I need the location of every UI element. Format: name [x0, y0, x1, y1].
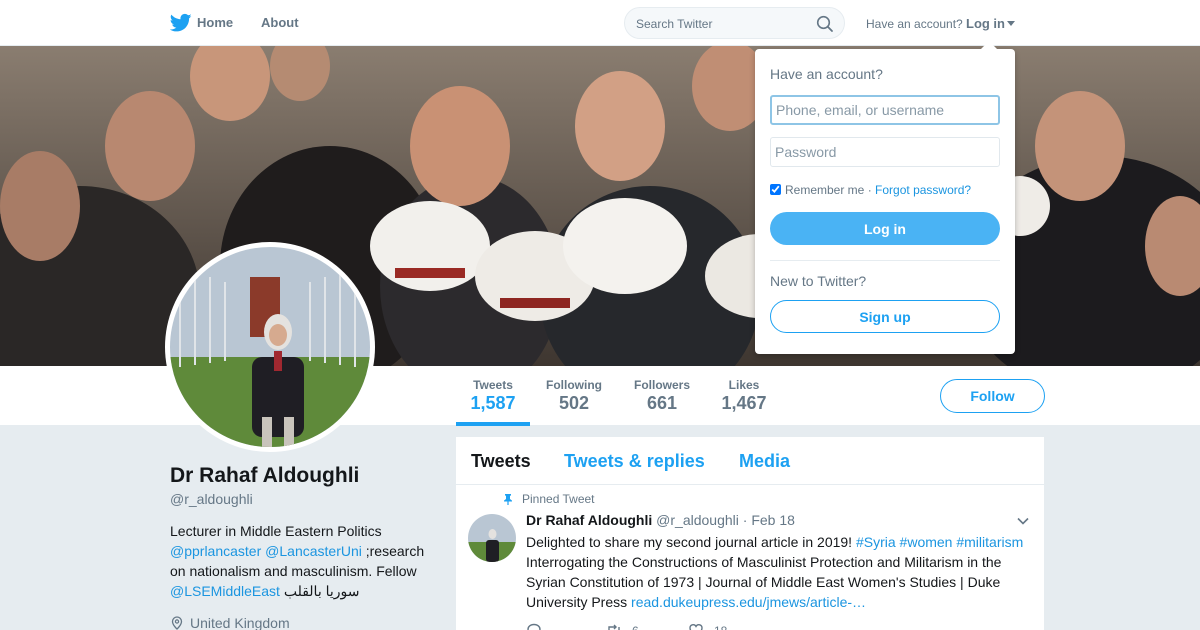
tweet-separator: ·: [742, 512, 748, 528]
dropdown-divider: [770, 260, 1000, 261]
tweet-avatar-photo: [468, 514, 516, 562]
tab-tweets[interactable]: Tweets: [471, 451, 531, 472]
caret-down-icon: [1007, 21, 1015, 26]
hashtag-link[interactable]: #Syria: [856, 534, 896, 550]
profile-avatar[interactable]: [165, 242, 375, 452]
avatar-photo: [170, 247, 370, 447]
remember-me-label[interactable]: Remember me: [785, 183, 864, 197]
signup-button[interactable]: Sign up: [770, 300, 1000, 333]
location-text: United Kingdom: [190, 615, 290, 630]
profile-location: United Kingdom: [170, 615, 290, 630]
search-icon[interactable]: [816, 15, 834, 33]
timeline-panel: Tweets Tweets & replies Media Pinned Twe…: [456, 437, 1044, 630]
stat-label: Tweets: [473, 378, 513, 392]
follow-button[interactable]: Follow: [940, 379, 1045, 413]
tab-media[interactable]: Media: [739, 451, 790, 472]
profile-handle[interactable]: @r_aldoughli: [170, 491, 253, 507]
username-field[interactable]: [770, 95, 1000, 125]
forgot-password-link[interactable]: Forgot password?: [875, 183, 971, 197]
nav-home-link[interactable]: Home: [197, 15, 233, 30]
nav-about-link[interactable]: About: [261, 15, 299, 30]
hashtag-link[interactable]: #militarism: [956, 534, 1023, 550]
bio-mention-link[interactable]: @LSEMiddleEast: [170, 583, 280, 599]
like-count: 18: [714, 624, 727, 630]
retweet-icon: [608, 624, 620, 630]
remember-separator: ·: [867, 183, 872, 197]
retweet-count: 6: [632, 624, 639, 630]
login-button[interactable]: Log in: [770, 212, 1000, 245]
have-account-label: Have an account?: [866, 17, 963, 31]
dropdown-title: Have an account?: [770, 66, 883, 82]
login-dropdown: Have an account? Remember me · Forgot pa…: [755, 41, 1015, 354]
bio-mention-link[interactable]: @pprlancaster: [170, 543, 261, 559]
tweet-text: Delighted to share my second journal art…: [526, 532, 1026, 612]
pinned-label-row: Pinned Tweet: [502, 492, 595, 506]
bio-mention-link[interactable]: @LancasterUni: [265, 543, 362, 559]
login-toggle-label: Log in: [966, 16, 1005, 31]
login-dropdown-toggle[interactable]: Log in: [966, 16, 1015, 31]
heart-icon: [689, 624, 703, 630]
stat-value: 1,467: [721, 393, 767, 413]
remember-row: Remember me · Forgot password?: [770, 183, 971, 197]
profile-name: Dr Rahaf Aldoughli: [170, 464, 360, 487]
stat-label: Likes: [728, 378, 760, 392]
tab-tweets-replies[interactable]: Tweets & replies: [564, 451, 705, 472]
stat-tweets[interactable]: Tweets 1,587: [456, 378, 530, 426]
retweet-button[interactable]: 6: [606, 622, 639, 630]
stat-label: Following: [546, 378, 602, 392]
profile-bio: Lecturer in Middle Eastern Politics @ppr…: [170, 521, 438, 601]
stat-value: 502: [558, 393, 590, 413]
stat-value: 661: [646, 393, 678, 413]
chevron-down-icon[interactable]: [1017, 517, 1029, 525]
stat-label: Followers: [633, 378, 690, 392]
tweet-author-handle[interactable]: @r_aldoughli: [656, 512, 739, 528]
reply-icon: [527, 623, 541, 630]
stat-followers[interactable]: Followers 661: [628, 378, 696, 414]
tweet-date[interactable]: Feb 18: [751, 512, 795, 528]
pin-icon: [504, 494, 512, 505]
tweet-avatar[interactable]: [468, 514, 516, 562]
top-navigation-bar: Home About Have an account? Log in: [0, 0, 1200, 46]
location-pin-icon: [171, 616, 183, 630]
tweet-author-name[interactable]: Dr Rahaf Aldoughli: [526, 512, 652, 528]
timeline-tabs: Tweets Tweets & replies Media: [456, 437, 1044, 485]
reply-button[interactable]: [526, 622, 552, 630]
twitter-bird-icon[interactable]: [170, 13, 192, 33]
tweet-url-link[interactable]: read.dukeupress.edu/jmews/article-…: [631, 594, 866, 610]
remember-me-checkbox[interactable]: [770, 184, 781, 195]
stat-likes[interactable]: Likes 1,467: [716, 378, 772, 414]
dropdown-arrow: [981, 41, 997, 49]
hashtag-link[interactable]: #women: [900, 534, 953, 550]
tweet-text-start: Delighted to share my second journal art…: [526, 534, 853, 550]
search-input[interactable]: [636, 15, 806, 33]
stat-following[interactable]: Following 502: [540, 378, 608, 414]
stat-value: 1,587: [470, 393, 516, 413]
bio-arabic-text: سوريا بالقلب: [283, 583, 360, 599]
pinned-label: Pinned Tweet: [522, 492, 595, 506]
bio-text: Lecturer in Middle Eastern Politics: [170, 523, 382, 539]
search-box: [624, 7, 845, 39]
password-field[interactable]: [770, 137, 1000, 167]
tweet-header: Dr Rahaf Aldoughli @r_aldoughli · Feb 18: [526, 512, 795, 528]
pinned-tweet[interactable]: Pinned Tweet Dr Rahaf Aldoughli @r_aldou…: [456, 486, 1044, 630]
like-button[interactable]: 18: [688, 622, 727, 630]
new-to-twitter-label: New to Twitter?: [770, 273, 867, 289]
